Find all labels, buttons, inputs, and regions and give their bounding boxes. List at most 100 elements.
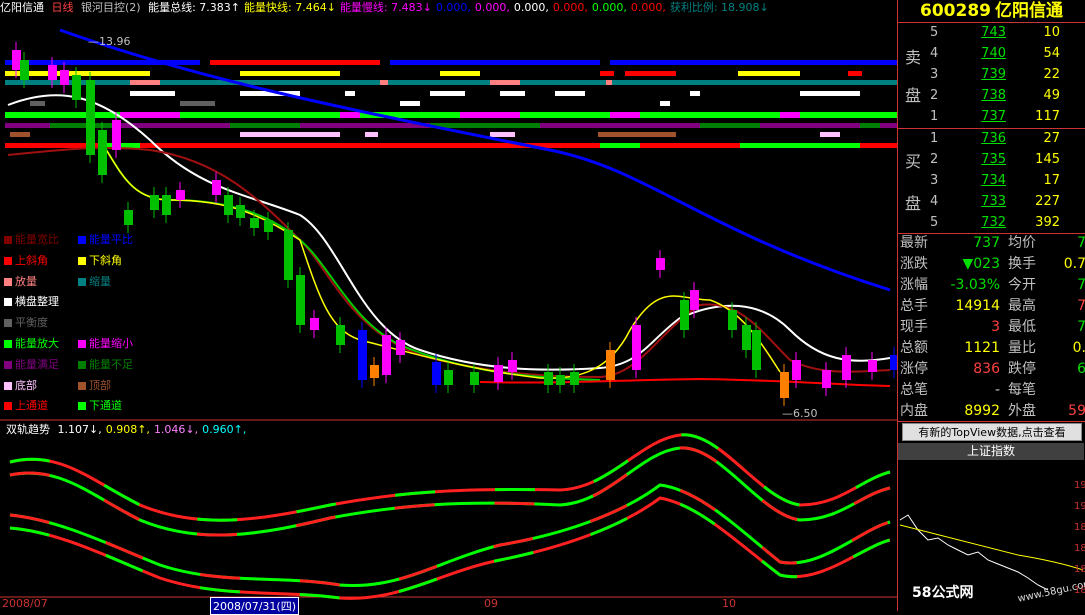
book-price: 743: [981, 25, 1006, 40]
legend-swatch: [4, 319, 12, 328]
buy-label-1: 买: [904, 152, 921, 171]
signal-band: [390, 60, 600, 65]
lower-track-2-alt: [9, 496, 891, 600]
candle-body: [98, 130, 107, 175]
index-title[interactable]: 上证指数: [898, 443, 1084, 460]
stat-value: 836: [973, 361, 1000, 377]
legend-swatch: [78, 277, 86, 286]
signal-band: [780, 112, 800, 118]
stat-value: 7: [1077, 235, 1085, 251]
book-volume: 17: [1043, 173, 1060, 188]
metric-7: 0.000,: [591, 1, 627, 14]
stat-5: 总额 1121: [898, 338, 1006, 359]
legend-label: 能量平比: [89, 233, 133, 246]
legend-item-14: 上通道: [4, 399, 48, 413]
indicator-name[interactable]: 银河目控(2): [81, 1, 141, 14]
signal-band: [340, 112, 360, 118]
stat-value: -: [994, 382, 1000, 398]
legend-swatch: [4, 381, 12, 390]
signal-band: [120, 112, 180, 118]
book-volume: 227: [1035, 194, 1060, 209]
sub-value-3: 0.960↑,: [202, 423, 247, 436]
book-row[interactable]: 3 739 22: [928, 64, 1085, 85]
legend-item-5: 缩量: [78, 275, 111, 289]
book-row[interactable]: 5 732 392: [928, 212, 1085, 233]
stock-code: 600289: [920, 1, 991, 21]
legend-item-3: 下斜角: [78, 254, 122, 268]
legend-label: 上通道: [15, 399, 48, 413]
stat-label: 每笔: [1008, 382, 1036, 398]
metric-4: 0.000,: [474, 1, 510, 14]
legend-label: 能量缩小: [89, 337, 133, 350]
main-chart-area[interactable]: —13.96 —6.50: [0, 0, 899, 611]
stat-value: -3.03%: [950, 277, 1000, 293]
legend-label: 下斜角: [89, 253, 122, 267]
legend-swatch: [78, 340, 86, 348]
candle-body: [728, 310, 737, 330]
legend-swatch: [4, 256, 12, 265]
book-row[interactable]: 2 738 49: [928, 85, 1085, 106]
signal-band: [440, 71, 480, 76]
date-tick-3: 10: [722, 597, 736, 610]
signal-band: [240, 132, 340, 137]
stat-2: 涨幅 -3.03%: [898, 275, 1006, 296]
candle-body: [432, 362, 441, 385]
candle-body: [544, 372, 553, 385]
candle-body: [162, 195, 171, 215]
legend-item-15: 下通道: [78, 399, 122, 413]
signal-band: [230, 123, 300, 128]
candle-body: [176, 190, 185, 200]
candle-body: [310, 318, 319, 330]
candle-body: [890, 355, 899, 370]
book-row[interactable]: 1 736 27: [928, 128, 1085, 149]
book-row[interactable]: 1 737 117: [928, 106, 1085, 127]
candle-body: [60, 70, 69, 85]
signal-band: [345, 91, 355, 96]
signal-band: [210, 60, 380, 65]
book-row[interactable]: 3 734 17: [928, 170, 1085, 191]
book-row[interactable]: 5 743 10: [928, 22, 1085, 43]
book-row[interactable]: 4 740 54: [928, 43, 1085, 64]
candle-body: [632, 325, 641, 370]
quote-panel: 600289 亿阳信通 卖 盘 5 743 10 4 740 54 3 739 22 2 738 49 1…: [897, 0, 1085, 611]
long-ma-line: [59, 28, 891, 292]
metric-3: 0.000,: [435, 1, 471, 14]
book-row[interactable]: 4 733 227: [928, 191, 1085, 212]
candle-body: [124, 210, 133, 225]
stat-label: 内盘: [900, 403, 928, 419]
candle-body: [12, 50, 21, 70]
legend-swatch: [4, 298, 12, 307]
legend-item-8: 能量放大: [4, 337, 59, 351]
topview-button[interactable]: 有新的TopView数据,点击查看: [902, 423, 1082, 441]
lower-track-2: [9, 496, 891, 600]
kline-chart[interactable]: —13.96 —6.50: [0, 0, 899, 611]
candle-body: [822, 370, 831, 388]
stat-value: 0.7: [1063, 256, 1085, 272]
book-row[interactable]: 2 735 145: [928, 149, 1085, 170]
legend-swatch: [78, 236, 86, 244]
legend-label: 平衡度: [15, 316, 48, 330]
stat-8: 内盘 8992: [898, 401, 1006, 422]
legend-item-6: 横盘整理: [4, 295, 59, 309]
sub-indicator-name[interactable]: 双轨趋势: [6, 423, 50, 436]
candle-body: [656, 258, 665, 270]
buy-label-2: 盘: [904, 194, 921, 213]
signal-band: [10, 132, 30, 137]
book-level: 3: [930, 173, 939, 188]
legend-swatch: [4, 340, 12, 348]
book-price: 738: [981, 88, 1006, 103]
legend-label: 顶部: [89, 378, 111, 392]
stat-7: 总笔 -: [898, 380, 1006, 401]
metric-6: 0.000,: [552, 1, 588, 14]
legend-swatch: [78, 402, 86, 411]
candle-body: [212, 180, 221, 195]
book-level: 1: [930, 131, 939, 146]
legend-swatch: [4, 236, 12, 244]
book-volume: 392: [1035, 215, 1060, 230]
quote-header: 600289 亿阳信通: [898, 0, 1085, 23]
legend-label: 底部: [15, 378, 37, 392]
signal-band: [700, 123, 760, 128]
ma-green-line: [99, 139, 601, 381]
period-label[interactable]: 日线: [52, 1, 74, 14]
signal-band: [30, 101, 45, 106]
